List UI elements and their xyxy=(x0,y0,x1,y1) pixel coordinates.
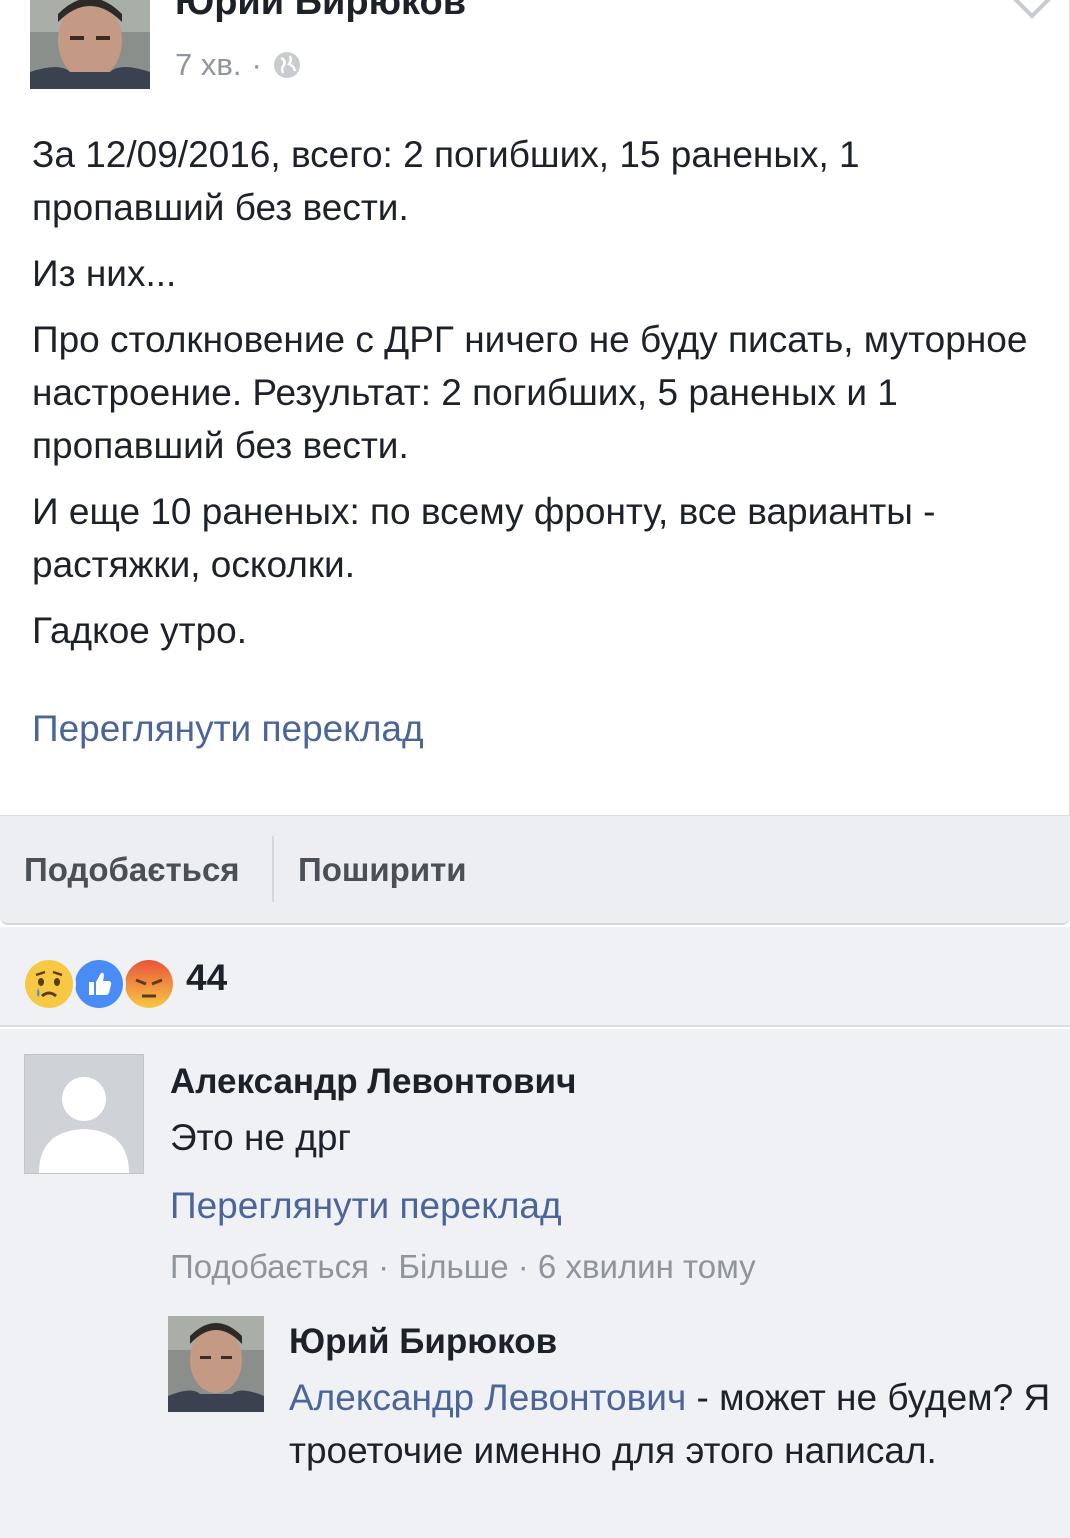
meta-separator: · xyxy=(378,1248,390,1285)
post-see-translation-link[interactable]: Переглянути переклад xyxy=(32,702,424,755)
angry-icon xyxy=(122,957,176,1011)
like-icon xyxy=(72,957,126,1011)
sad-icon xyxy=(22,957,76,1011)
meta-separator: · xyxy=(251,47,262,82)
comment-time: 6 хвилин тому xyxy=(537,1248,756,1285)
like-button[interactable]: Подобається xyxy=(24,816,240,924)
comment-author-name[interactable]: Александр Левонтович xyxy=(170,1059,576,1105)
meta-separator: · xyxy=(517,1248,529,1285)
default-avatar-icon[interactable] xyxy=(24,1054,144,1174)
reply-author-name[interactable]: Юрий Бирюков xyxy=(289,1319,557,1365)
reactions-summary[interactable]: 44 xyxy=(0,927,1070,1027)
post-action-bar: Подобається Поширити xyxy=(0,815,1070,925)
comment-more-link[interactable]: Більше xyxy=(398,1248,508,1285)
post-author-name[interactable]: Юрий Бирюков xyxy=(175,0,466,24)
reaction-count[interactable]: 44 xyxy=(186,955,227,1001)
post-time[interactable]: 7 хв. xyxy=(175,47,241,83)
post-paragraph: И еще 10 раненых: по всему фронту, все в… xyxy=(32,491,936,585)
reply-text: Александр Левонтович - может не будем? Я… xyxy=(289,1371,1059,1477)
post-paragraph: Про столкновение с ДРГ ничего не буду пи… xyxy=(32,319,1028,466)
post-paragraph: Гадкое утро. xyxy=(32,610,248,651)
share-button[interactable]: Поширити xyxy=(298,816,467,924)
post-meta: 7 хв. · xyxy=(175,45,302,85)
comment-text: Это не дрг xyxy=(170,1117,351,1158)
reply-author-avatar[interactable] xyxy=(168,1316,264,1412)
post-card: Юрий Бирюков 7 хв. · За 12/09/2016, всег… xyxy=(0,0,1070,815)
comments-section: Александр Левонтович Это не дрг Переглян… xyxy=(0,1029,1070,1538)
action-divider xyxy=(272,836,274,902)
chevron-down-icon[interactable] xyxy=(1010,0,1054,24)
comment-like-link[interactable]: Подобається xyxy=(170,1248,369,1285)
post-paragraph: Из них... xyxy=(32,253,177,294)
reply-mention-link[interactable]: Александр Левонтович xyxy=(289,1377,686,1418)
comment-meta: Подобається · Більше · 6 хвилин тому xyxy=(170,1244,756,1290)
post-paragraph: За 12/09/2016, всего: 2 погибших, 15 ран… xyxy=(32,134,860,228)
globe-icon xyxy=(272,50,302,80)
post-body: За 12/09/2016, всего: 2 погибших, 15 ран… xyxy=(32,128,1052,670)
author-avatar[interactable] xyxy=(30,0,150,89)
comment-see-translation-link[interactable]: Переглянути переклад xyxy=(170,1181,562,1231)
